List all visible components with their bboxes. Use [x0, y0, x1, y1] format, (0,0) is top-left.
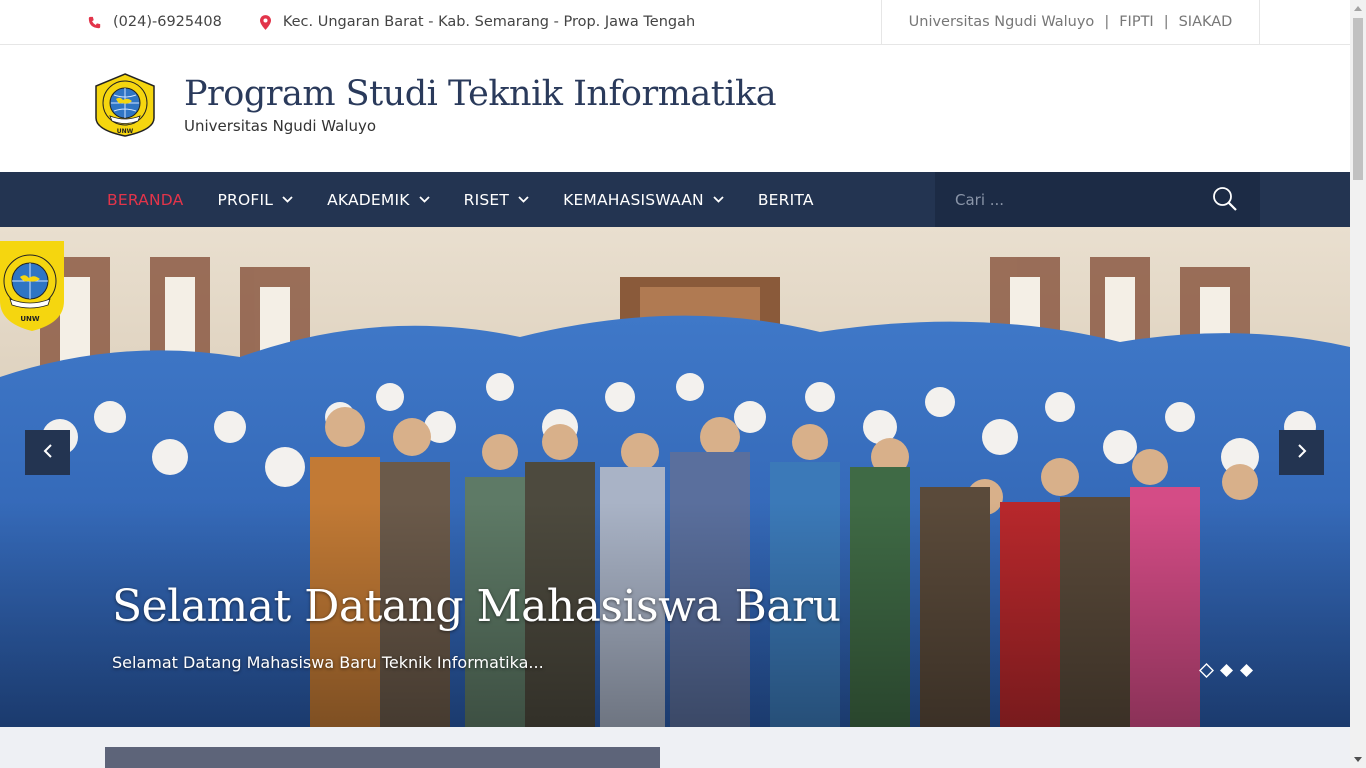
- nav-item-label: RISET: [463, 190, 510, 209]
- svg-text:UNW: UNW: [20, 315, 40, 323]
- search-icon[interactable]: [1212, 186, 1238, 216]
- chevron-down-icon: [418, 196, 430, 203]
- university-logo[interactable]: UNW: [92, 72, 158, 138]
- link-universitas[interactable]: Universitas Ngudi Waluyo: [909, 14, 1095, 30]
- vertical-scrollbar[interactable]: [1350, 0, 1366, 768]
- site-title[interactable]: Program Studi Teknik Informatika: [184, 74, 777, 114]
- nav-item-riset[interactable]: RISET: [464, 191, 529, 209]
- slide-logo: UNW: [0, 241, 64, 341]
- content-panel: [105, 747, 660, 768]
- address: Kec. Ungaran Barat - Kab. Semarang - Pro…: [282, 14, 696, 30]
- top-links: Universitas Ngudi Waluyo | FIPTI | SIAKA…: [881, 0, 1260, 44]
- phone-number: (024)-6925408: [113, 14, 222, 30]
- link-fipti[interactable]: FIPTI: [1119, 14, 1154, 30]
- link-separator: |: [1104, 14, 1110, 30]
- slider-dot-3[interactable]: [1239, 663, 1254, 678]
- slide-caption: Selamat Datang Mahasiswa Baru Teknik Inf…: [112, 653, 544, 672]
- nav-item-kemahasiswaan[interactable]: KEMAHASISWAAN: [563, 191, 724, 209]
- chevron-down-icon: [282, 196, 293, 203]
- chevron-down-icon: [713, 196, 724, 203]
- chevron-left-icon: [43, 443, 53, 462]
- scrollbar-thumb[interactable]: [1353, 18, 1363, 180]
- nav-item-akademik[interactable]: AKADEMIK: [327, 191, 430, 209]
- nav-item-label: PROFIL: [217, 190, 274, 209]
- search-box: [935, 172, 1260, 227]
- top-bar: (024)-6925408 Kec. Ungaran Barat - Kab. …: [0, 0, 1350, 45]
- nav-item-beranda[interactable]: BERANDA: [107, 191, 183, 209]
- main-nav: BERANDA PROFIL AKADEMIK RISET KEMAHASISW…: [0, 172, 1350, 227]
- nav-menu: BERANDA PROFIL AKADEMIK RISET KEMAHASISW…: [107, 172, 848, 227]
- site-header: UNW Program Studi Teknik Informatika Uni…: [0, 45, 1350, 172]
- chevron-down-icon: [518, 196, 529, 203]
- slider-dots: [1199, 663, 1254, 678]
- nav-item-berita[interactable]: BERITA: [758, 191, 814, 209]
- link-separator: |: [1163, 14, 1169, 30]
- map-marker-icon: [259, 14, 271, 30]
- scroll-down-arrow-icon[interactable]: [1350, 751, 1366, 768]
- slider-dot-1[interactable]: [1199, 663, 1214, 678]
- content-area: [0, 727, 1350, 768]
- nav-item-label: BERANDA: [107, 190, 184, 209]
- nav-item-label: BERITA: [757, 190, 814, 209]
- phone-icon: [88, 16, 101, 29]
- nav-item-label: KEMAHASISWAAN: [563, 190, 704, 209]
- scroll-up-arrow-icon[interactable]: [1350, 0, 1366, 17]
- search-input[interactable]: [935, 172, 1205, 227]
- chevron-right-icon: [1297, 443, 1307, 462]
- nav-item-profil[interactable]: PROFIL: [217, 191, 293, 209]
- slide-title[interactable]: Selamat Datang Mahasiswa Baru: [112, 581, 841, 632]
- nav-item-label: AKADEMIK: [327, 190, 410, 209]
- svg-text:UNW: UNW: [117, 128, 134, 135]
- slider-prev-button[interactable]: [25, 430, 70, 475]
- slider-next-button[interactable]: [1279, 430, 1324, 475]
- slider-dot-2[interactable]: [1219, 663, 1234, 678]
- hero-slider: UNW Selamat Datang Mahasiswa Baru Selama…: [0, 227, 1350, 727]
- contact-info: (024)-6925408 Kec. Ungaran Barat - Kab. …: [88, 0, 695, 44]
- site-subtitle: Universitas Ngudi Waluyo: [184, 117, 377, 135]
- link-siakad[interactable]: SIAKAD: [1179, 14, 1233, 30]
- slide-photo: [0, 227, 1350, 727]
